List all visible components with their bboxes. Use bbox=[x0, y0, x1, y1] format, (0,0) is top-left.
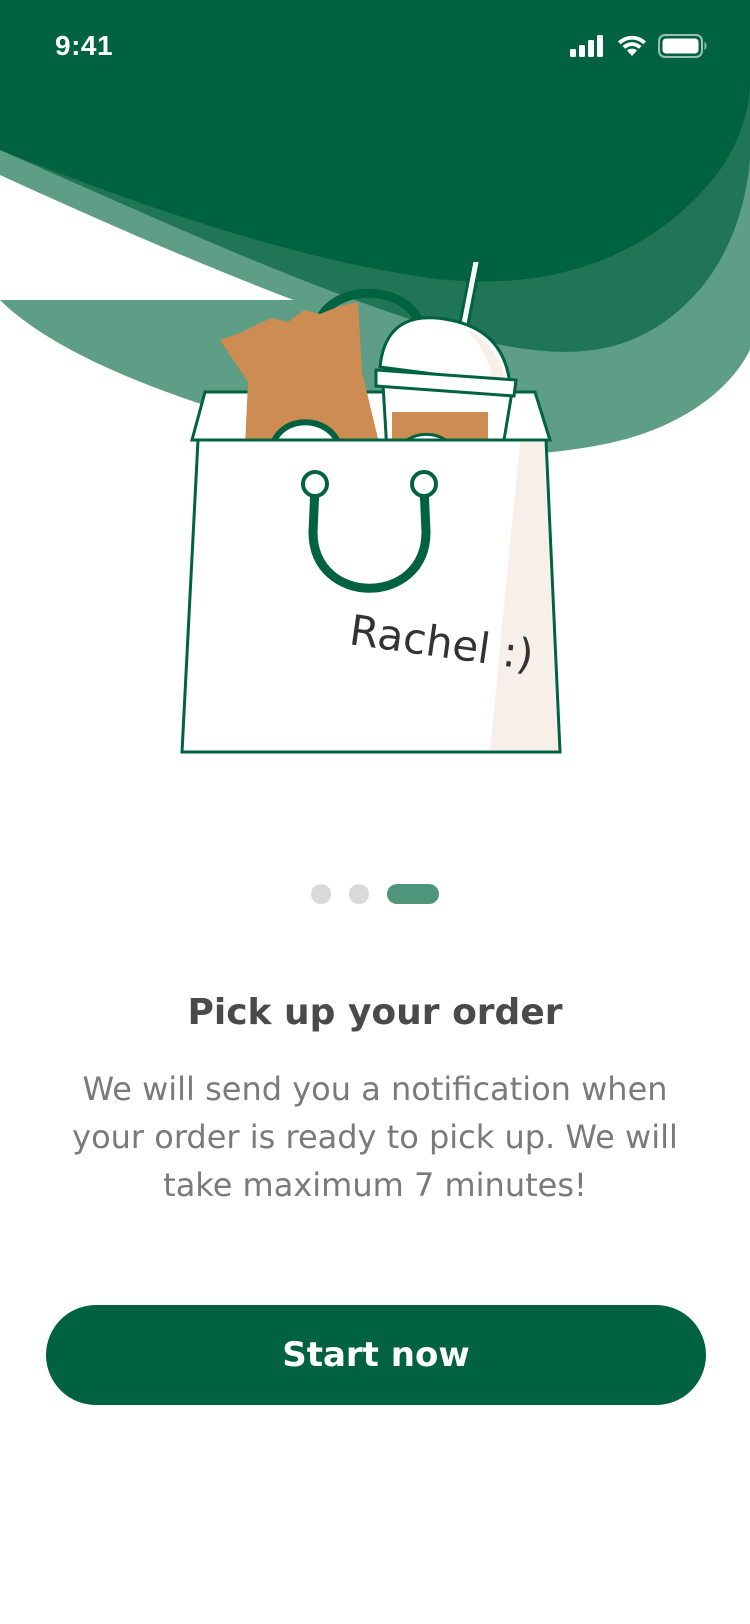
handle-grommet-right bbox=[410, 470, 438, 498]
handle-grommet-left bbox=[301, 470, 329, 498]
start-now-button[interactable]: Start now bbox=[46, 1305, 706, 1405]
wifi-icon bbox=[618, 35, 646, 56]
page-dot-2[interactable] bbox=[349, 884, 369, 904]
status-icons bbox=[570, 34, 708, 58]
battery-icon bbox=[658, 34, 707, 58]
cellular-signal-icon bbox=[570, 35, 603, 57]
page-dot-1[interactable] bbox=[311, 884, 331, 904]
status-time: 9:41 bbox=[55, 30, 114, 61]
onboarding-title: Pick up your order bbox=[187, 992, 563, 1033]
page-indicator bbox=[0, 884, 750, 904]
status-bar: 9:41 bbox=[0, 0, 750, 94]
shopping-bag-illustration: Rachel :) bbox=[180, 262, 562, 754]
page-dot-3-active[interactable] bbox=[387, 884, 439, 904]
onboarding-description: We will send you a notification when you… bbox=[72, 1070, 678, 1204]
